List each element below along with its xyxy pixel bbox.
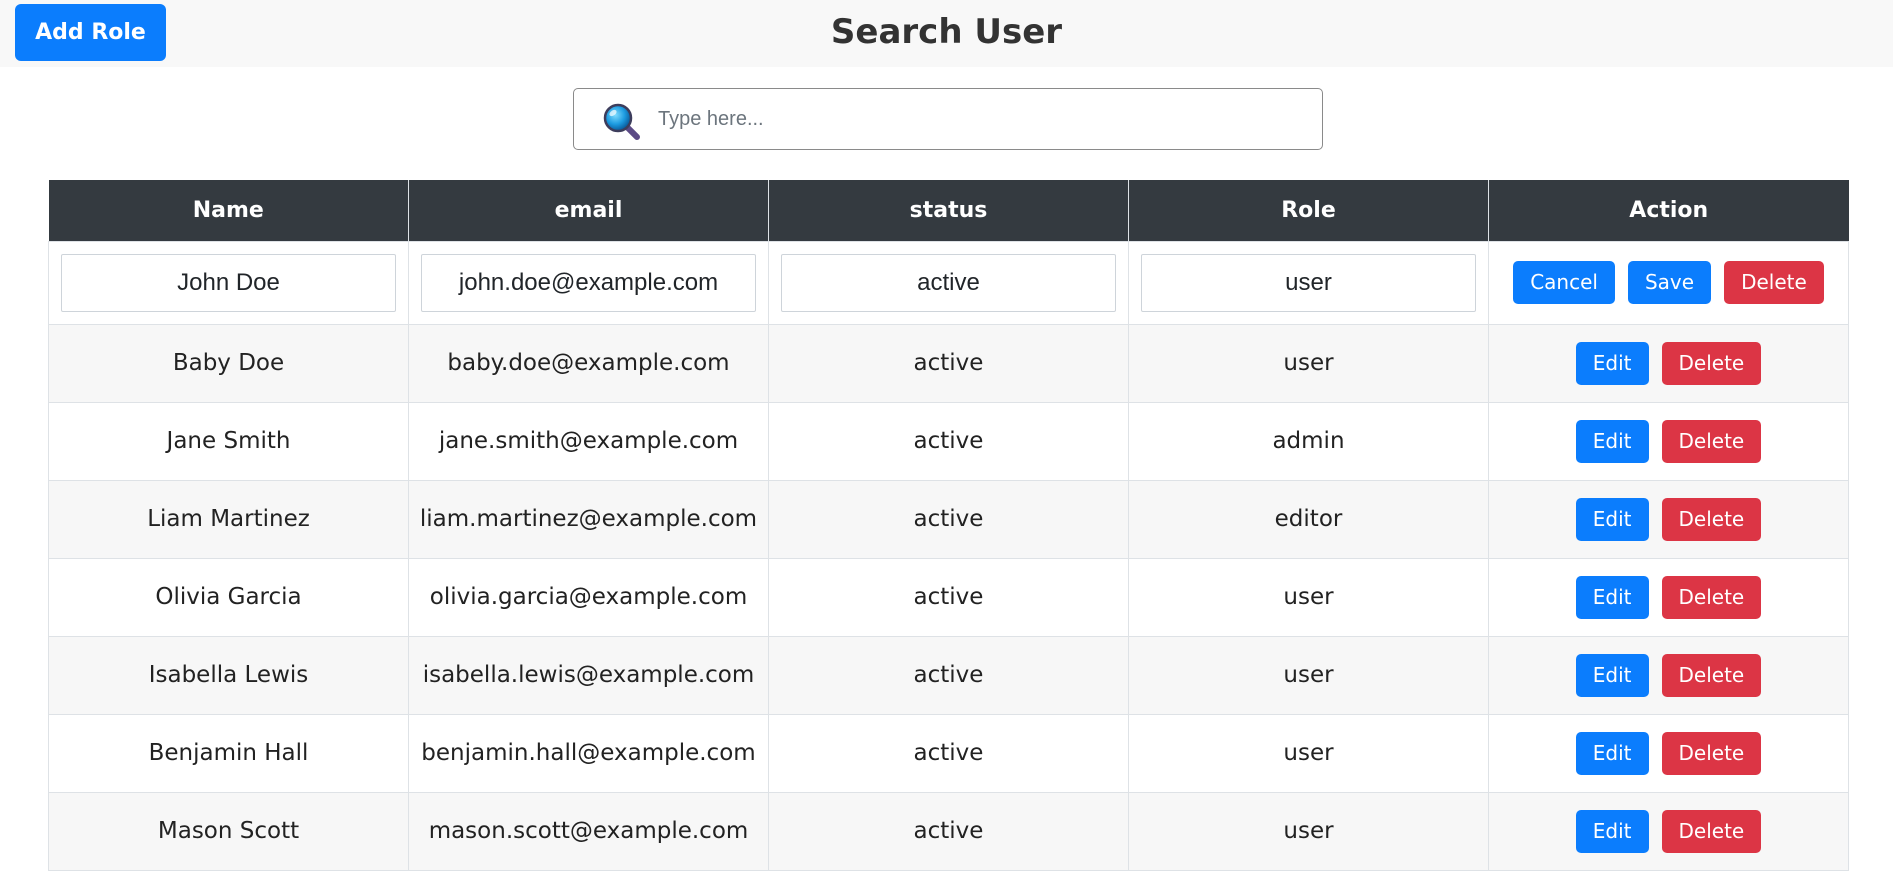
- search-icon: [603, 103, 640, 140]
- name-cell: Isabella Lewis: [48, 635, 409, 715]
- status-cell: active: [768, 791, 1129, 871]
- edit-button[interactable]: Edit: [1575, 497, 1649, 541]
- status-cell: active: [768, 713, 1129, 793]
- action-cell: Edit Delete: [1488, 323, 1849, 403]
- search-input[interactable]: [658, 97, 1298, 141]
- edit-button[interactable]: Edit: [1575, 575, 1649, 619]
- action-cell: Edit Delete: [1488, 635, 1849, 715]
- edit-button[interactable]: Edit: [1575, 731, 1649, 775]
- action-cell: Edit Delete: [1488, 479, 1849, 559]
- role-cell: user: [1128, 713, 1489, 793]
- role-cell: user: [1128, 791, 1489, 871]
- delete-button[interactable]: Delete: [1661, 731, 1762, 775]
- role-edit-input[interactable]: [1141, 253, 1476, 312]
- role-cell: editor: [1128, 479, 1489, 559]
- email-cell: mason.scott@example.com: [408, 791, 769, 871]
- role-cell: [1128, 240, 1489, 325]
- email-cell: olivia.garcia@example.com: [408, 557, 769, 637]
- role-cell: admin: [1128, 401, 1489, 481]
- table-row: Olivia Garcia olivia.garcia@example.com ac…: [48, 557, 1849, 637]
- name-cell: Baby Doe: [48, 323, 409, 403]
- action-cell: Edit Delete: [1488, 713, 1849, 793]
- table-row: Mason Scott mason.scott@example.com active…: [48, 791, 1849, 871]
- status-cell: active: [768, 401, 1129, 481]
- column-header-name: Name: [48, 180, 409, 241]
- email-cell: jane.smith@example.com: [408, 401, 769, 481]
- status-cell: [768, 240, 1129, 325]
- top-bar: Add Role Search User: [0, 0, 1893, 67]
- name-cell: Olivia Garcia: [48, 557, 409, 637]
- table-row-editing: Cancel Save Delete: [48, 240, 1849, 325]
- name-cell: Benjamin Hall: [48, 713, 409, 793]
- action-cell: Cancel Save Delete: [1488, 240, 1849, 325]
- status-cell: active: [768, 557, 1129, 637]
- delete-button[interactable]: Delete: [1724, 261, 1824, 304]
- email-edit-input[interactable]: [421, 253, 756, 312]
- action-cell: Edit Delete: [1488, 791, 1849, 871]
- table-row: Baby Doe baby.doe@example.com active user Ed…: [48, 323, 1849, 403]
- column-header-status: status: [768, 180, 1129, 241]
- email-cell: benjamin.hall@example.com: [408, 713, 769, 793]
- delete-button[interactable]: Delete: [1661, 575, 1762, 619]
- email-cell: isabella.lewis@example.com: [408, 635, 769, 715]
- name-cell: [48, 240, 409, 325]
- role-cell: user: [1128, 635, 1489, 715]
- email-cell: baby.doe@example.com: [408, 323, 769, 403]
- search-box[interactable]: [573, 88, 1323, 150]
- table-header-row: Name email status Role Action: [48, 180, 1849, 241]
- table-row: Benjamin Hall benjamin.hall@example.com ac…: [48, 713, 1849, 793]
- save-button[interactable]: Save: [1627, 261, 1712, 304]
- status-cell: active: [768, 635, 1129, 715]
- role-cell: user: [1128, 323, 1489, 403]
- status-cell: active: [768, 323, 1129, 403]
- status-edit-input[interactable]: [781, 253, 1116, 312]
- page-title: Search User: [830, 12, 1063, 52]
- users-table: Name email status Role Action Cancel Save…: [48, 180, 1849, 871]
- edit-button[interactable]: Edit: [1575, 809, 1649, 853]
- table-row: Liam Martinez liam.martinez@example.com ac…: [48, 479, 1849, 559]
- edit-button[interactable]: Edit: [1575, 653, 1649, 697]
- add-role-button[interactable]: Add Role: [15, 4, 166, 61]
- table-row: Isabella Lewis isabella.lewis@example.com…: [48, 635, 1849, 715]
- cancel-button[interactable]: Cancel: [1513, 261, 1615, 304]
- email-cell: [408, 240, 769, 325]
- column-header-action: Action: [1488, 180, 1849, 241]
- name-cell: Mason Scott: [48, 791, 409, 871]
- delete-button[interactable]: Delete: [1661, 653, 1762, 697]
- action-cell: Edit Delete: [1488, 401, 1849, 481]
- delete-button[interactable]: Delete: [1661, 419, 1762, 463]
- name-edit-input[interactable]: [61, 253, 396, 312]
- column-header-email: email: [408, 180, 769, 241]
- delete-button[interactable]: Delete: [1661, 497, 1762, 541]
- status-cell: active: [768, 479, 1129, 559]
- email-cell: liam.martinez@example.com: [408, 479, 769, 559]
- edit-button[interactable]: Edit: [1575, 419, 1649, 463]
- edit-button[interactable]: Edit: [1575, 341, 1649, 385]
- column-header-role: Role: [1128, 180, 1489, 241]
- delete-button[interactable]: Delete: [1661, 341, 1762, 385]
- name-cell: Liam Martinez: [48, 479, 409, 559]
- action-cell: Edit Delete: [1488, 557, 1849, 637]
- name-cell: Jane Smith: [48, 401, 409, 481]
- role-cell: user: [1128, 557, 1489, 637]
- delete-button[interactable]: Delete: [1661, 809, 1762, 853]
- table-row: Jane Smith jane.smith@example.com active ad…: [48, 401, 1849, 481]
